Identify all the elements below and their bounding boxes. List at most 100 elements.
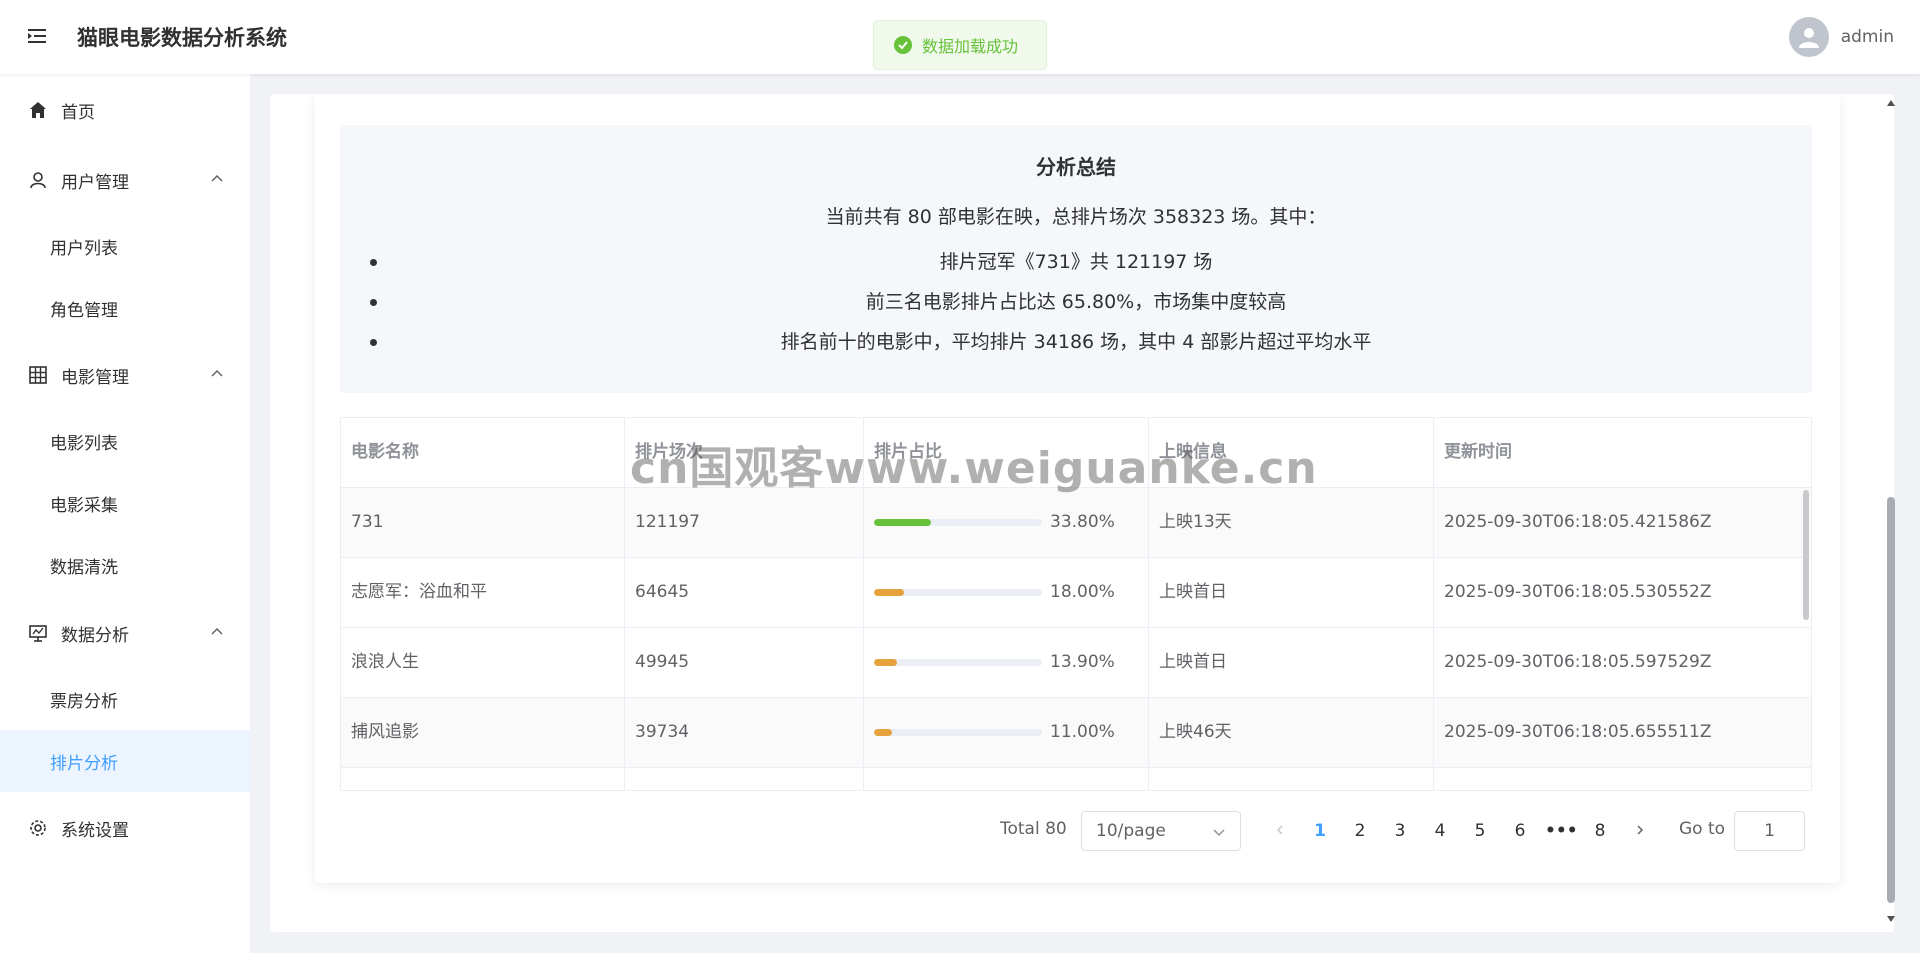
bullet-dot [370, 259, 377, 266]
cell-name: 浪浪人生 [341, 628, 625, 697]
gear-icon [29, 818, 49, 838]
progress-track [874, 589, 1042, 596]
summary-bullet: 排名前十的电影中，平均排片 34186 场，其中 4 部影片超过平均水平 [340, 327, 1812, 357]
scroll-up-arrow-icon[interactable] [1887, 100, 1895, 106]
page-button-8[interactable]: 8 [1585, 811, 1615, 851]
home-icon [29, 100, 49, 120]
sidebar-item-role-mgmt[interactable]: 角色管理 [0, 277, 250, 339]
cell-count: 49945 [625, 628, 864, 697]
summary-bullet: 排片冠军《731》共 121197 场 [340, 247, 1812, 277]
pagination-total: Total 80 [1000, 819, 1067, 839]
page-button-2[interactable]: 2 [1345, 811, 1375, 851]
page-button-5[interactable]: 5 [1465, 811, 1495, 851]
table-row[interactable] [341, 768, 1811, 790]
column-header-count[interactable]: 排片场次 [625, 418, 864, 487]
sidebar-item-schedule[interactable]: 排片分析 [0, 730, 250, 792]
analysis-summary: 分析总结 当前共有 80 部电影在映，总排片场次 358323 场。其中： 排片… [340, 125, 1812, 393]
prev-page-button[interactable] [1265, 811, 1295, 851]
cell-time: 2025-09-30T06:18:05.655511Z [1444, 722, 1712, 742]
sidebar-item-label: 首页 [61, 102, 95, 123]
chevron-up-icon [211, 369, 223, 377]
sidebar-item-settings[interactable]: 系统设置 [0, 797, 250, 859]
summary-bullet: 前三名电影排片占比达 65.80%，市场集中度较高 [340, 287, 1812, 317]
next-page-button[interactable] [1625, 811, 1655, 851]
cell-info [1149, 768, 1434, 790]
progress-label: 33.80% [1050, 512, 1115, 532]
goto-label: Go to [1679, 819, 1726, 839]
sidebar-item-label: 数据清洗 [50, 557, 118, 578]
sidebar-item-box-office[interactable]: 票房分析 [0, 668, 250, 730]
cell-name: 捕风追影 [341, 698, 625, 767]
page-ellipsis[interactable]: ••• [1545, 811, 1578, 851]
cell-time [1434, 768, 1811, 790]
scroll-down-arrow-icon[interactable] [1887, 916, 1895, 922]
page-button-1[interactable]: 1 [1305, 811, 1335, 851]
username: admin [1840, 27, 1894, 47]
pagination: Total 80 10/page 1 2 3 4 5 6 ••• 8 Go to [315, 811, 1840, 851]
progress-fill [874, 589, 905, 596]
sidebar-item-data-analysis[interactable]: 数据分析 [0, 602, 250, 664]
sidebar-item-label: 票房分析 [50, 691, 118, 712]
page-button-6[interactable]: 6 [1505, 811, 1535, 851]
chevron-left-icon [1276, 825, 1283, 835]
summary-title: 分析总结 [1036, 155, 1116, 179]
progress-fill [874, 519, 931, 526]
app-title: 猫眼电影数据分析系统 [77, 26, 287, 50]
check-circle-icon [894, 36, 912, 54]
goto-page-input[interactable] [1734, 811, 1805, 851]
table-row[interactable]: 浪浪人生 49945 13.90% 上映首日 2025-09-30T06:18:… [341, 628, 1811, 698]
summary-overview: 当前共有 80 部电影在映，总排片场次 358323 场。其中： [825, 206, 1327, 228]
summary-bullet-text: 排名前十的电影中，平均排片 34186 场，其中 4 部影片超过平均水平 [780, 331, 1372, 353]
table-row[interactable]: 志愿军：浴血和平 64645 18.00% 上映首日 2025-09-30T06… [341, 558, 1811, 628]
sidebar-item-label: 数据分析 [61, 625, 129, 646]
bullet-dot [370, 299, 377, 306]
summary-bullet-text: 排片冠军《731》共 121197 场 [939, 251, 1213, 273]
menu-collapse-icon[interactable] [26, 25, 50, 49]
main-content: 分析总结 当前共有 80 部电影在映，总排片场次 358323 场。其中： 排片… [270, 94, 1894, 932]
cell-count: 121197 [625, 488, 864, 557]
cell-pct: 18.00% [864, 558, 1149, 627]
sidebar-item-user-list[interactable]: 用户列表 [0, 215, 250, 277]
cell-pct: 13.90% [864, 628, 1149, 697]
page-scrollbar[interactable] [1884, 94, 1898, 932]
schedule-table: 电影名称 排片场次 排片占比 上映信息 更新时间 731 121197 33.8… [340, 417, 1812, 791]
scroll-thumb[interactable] [1887, 497, 1895, 903]
sidebar-item-movie-mgmt[interactable]: 电影管理 [0, 344, 250, 406]
sidebar-item-movie-list[interactable]: 电影列表 [0, 410, 250, 472]
table-scrollbar[interactable] [1803, 490, 1809, 620]
grid-icon [29, 365, 49, 385]
table-row[interactable]: 捕风追影 39734 11.00% 上映46天 2025-09-30T06:18… [341, 698, 1811, 768]
sidebar: 首页 用户管理 用户列表 角色管理 电影管理 电影列表 电影采集 数据清洗 数据… [0, 74, 250, 953]
progress-fill [874, 659, 898, 666]
table-row[interactable]: 731 121197 33.80% 上映13天 2025-09-30T06:18… [341, 488, 1811, 558]
sidebar-item-label: 角色管理 [50, 300, 118, 321]
cell-info: 上映首日 [1149, 558, 1434, 627]
progress-label: 13.90% [1050, 652, 1115, 672]
progress-track [874, 659, 1042, 666]
column-header-pct[interactable]: 排片占比 [864, 418, 1149, 487]
cell-info: 上映13天 [1149, 488, 1434, 557]
schedule-card: 分析总结 当前共有 80 部电影在映，总排片场次 358323 场。其中： 排片… [315, 94, 1840, 883]
user-icon [29, 170, 49, 190]
chevron-right-icon [1637, 825, 1644, 835]
column-header-time[interactable]: 更新时间 [1434, 418, 1811, 487]
sidebar-item-home[interactable]: 首页 [0, 79, 250, 141]
success-toast: 数据加载成功 [873, 20, 1047, 70]
page-button-3[interactable]: 3 [1385, 811, 1415, 851]
cell-name: 731 [341, 488, 625, 557]
bullet-dot [370, 339, 377, 346]
column-header-info[interactable]: 上映信息 [1149, 418, 1434, 487]
cell-name [341, 768, 625, 790]
cell-time: 2025-09-30T06:18:05.530552Z [1444, 582, 1712, 602]
page-size-select[interactable]: 10/page [1081, 811, 1241, 851]
chevron-up-icon [211, 174, 223, 182]
page-size-value: 10/page [1096, 821, 1166, 841]
page-button-4[interactable]: 4 [1425, 811, 1455, 851]
avatar-icon[interactable] [1788, 17, 1829, 57]
cell-pct [864, 768, 1149, 790]
column-header-name[interactable]: 电影名称 [341, 418, 625, 487]
sidebar-item-data-clean[interactable]: 数据清洗 [0, 534, 250, 596]
sidebar-item-movie-collect[interactable]: 电影采集 [0, 472, 250, 534]
user-menu[interactable]: admin [1788, 17, 1894, 57]
sidebar-item-user-mgmt[interactable]: 用户管理 [0, 149, 250, 211]
